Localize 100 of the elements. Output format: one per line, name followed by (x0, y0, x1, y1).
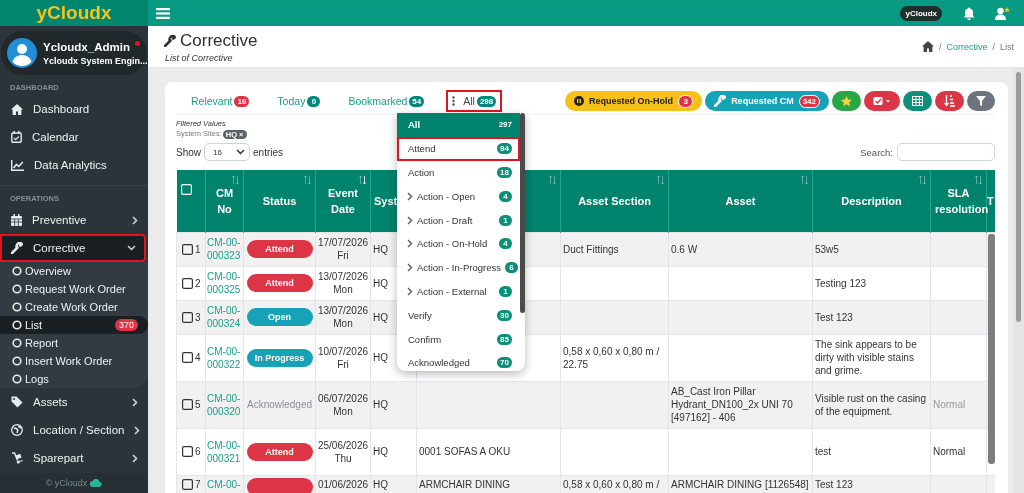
account-badge[interactable]: yCloudx (900, 5, 942, 21)
search-label: Search: (860, 146, 893, 158)
wrench-icon (11, 242, 23, 254)
table-cell: ARMCHAIR DINING [1126548] (668, 475, 813, 493)
nav-item[interactable]: Assets (0, 388, 148, 416)
circle-icon (12, 284, 22, 294)
chevron-right-icon (407, 286, 413, 296)
count-badge: 3 (678, 94, 694, 108)
row-checkbox[interactable] (182, 399, 193, 410)
table-cell: test (812, 428, 931, 475)
row-number: 5 (195, 398, 201, 411)
count-badge: 1 (499, 214, 512, 226)
circle-icon (12, 320, 22, 330)
count-badge: 4 (499, 238, 512, 250)
icon-button[interactable] (935, 91, 964, 111)
column-header: Status (262, 194, 297, 207)
nav-item[interactable]: Preventive (0, 206, 148, 234)
filter-tab[interactable]: Relevant 16 (187, 92, 254, 110)
menu-item[interactable]: Action - Draft 1 (397, 208, 520, 232)
menu-icon[interactable] (156, 7, 170, 19)
breadcrumb-current: List (1000, 41, 1014, 52)
nav-item[interactable]: Corrective (0, 234, 146, 262)
nav-subitem[interactable]: Create Work Order (0, 298, 148, 316)
entries-select[interactable]: 16 (204, 143, 250, 161)
row-checkbox[interactable] (182, 311, 193, 323)
filter-tab[interactable]: Bookmarked 54 (344, 92, 429, 110)
row-checkbox[interactable] (182, 478, 193, 490)
page-title: Corrective (180, 30, 258, 51)
row-checkbox[interactable] (182, 446, 193, 457)
table-cell: Test 123 (812, 475, 931, 493)
nav-subitem[interactable]: Report (0, 334, 148, 352)
nav-subitem[interactable]: Insert Work Order (0, 352, 148, 370)
menu-item[interactable]: Action 18 (397, 160, 520, 185)
search-field[interactable] (897, 143, 995, 161)
nav-item[interactable]: Location / Section (0, 416, 148, 444)
nav-subitem[interactable]: Overview (0, 262, 148, 280)
bell-icon[interactable] (963, 6, 975, 20)
table-cell: 13/07/2026 Mon (315, 300, 371, 334)
menu-item[interactable]: Action - Open 4 (397, 184, 520, 209)
chevron-right-icon (134, 425, 141, 435)
show-label: Show (176, 146, 201, 158)
table-cell: 0.6 W (668, 232, 813, 266)
nav-item[interactable]: Calendar (0, 123, 148, 151)
nav-subitem[interactable]: List 370 (0, 316, 148, 334)
user-icon[interactable] (995, 6, 1010, 20)
menu-item[interactable]: All 297 (397, 113, 520, 137)
table-cell: HQ (370, 475, 417, 493)
table-cell: 53w5 (812, 232, 931, 266)
table-cell: HQ (370, 428, 417, 475)
nav-subitem[interactable]: Logs (0, 370, 148, 388)
pause-icon (574, 96, 585, 106)
icon-button[interactable] (967, 91, 995, 111)
star-icon (841, 95, 852, 107)
circle-icon (12, 266, 22, 276)
count-badge: 16 (234, 95, 250, 107)
table-cell: Testing 123 (812, 266, 931, 300)
table-cell: Normal (930, 428, 987, 475)
nav-item[interactable]: Sparepart (0, 444, 148, 472)
filter-tab[interactable]: Today 0 (273, 92, 325, 110)
row-number: 6 (195, 445, 201, 458)
table-cell: Test 123 (812, 300, 931, 334)
filter-tab[interactable]: All 298 (448, 92, 501, 110)
filter-icon (976, 96, 986, 106)
nav-subitem[interactable]: Request Work Order (0, 280, 148, 298)
row-checkbox[interactable] (182, 352, 193, 363)
count-badge: 370 (114, 319, 138, 331)
table-cell: 0,58 x 0,60 x 0,80 m / 22.75 (560, 334, 669, 381)
chevron-right-icon (407, 215, 413, 225)
table-cell: Visible rust on the casing of the equipment. (812, 381, 931, 428)
row-number: 4 (195, 351, 201, 364)
icon-button[interactable] (903, 91, 932, 111)
row-number: 3 (195, 310, 201, 324)
table-cell: 0001 SOFAS A OKU (416, 428, 561, 475)
nav-item[interactable]: Dashboard (0, 95, 148, 123)
nav-item[interactable]: Data Analytics (0, 151, 148, 179)
chevron-down-icon (236, 149, 245, 155)
chevron-right-icon (407, 239, 413, 249)
calendar-icon (11, 131, 22, 143)
menu-item[interactable]: Attend 94 (397, 136, 520, 161)
count-badge: 70 (497, 357, 512, 369)
action-button[interactable]: Requested CM 342 (705, 91, 829, 111)
count-badge: 6 (504, 262, 518, 274)
user-role: Ycloudx System Engin... (43, 55, 147, 66)
count-badge: 4 (499, 190, 512, 202)
table-cell: AB_Cast Iron Pillar Hydrant_DN100_2x UNI 70 [497162] - 406 (668, 381, 813, 428)
column-header: Syst (374, 194, 398, 207)
wrench-icon (164, 34, 176, 47)
action-button[interactable]: Requested On-Hold 3 (565, 91, 703, 111)
column-header: Asset Section (578, 194, 651, 207)
select-all-checkbox[interactable] (180, 184, 192, 195)
icon-button[interactable] (832, 91, 861, 111)
count: 297 (498, 120, 512, 130)
row-checkbox[interactable] (182, 277, 193, 289)
breadcrumb-separator: / (992, 41, 995, 52)
row-checkbox[interactable] (182, 243, 193, 255)
icon-button[interactable] (864, 91, 900, 111)
count-badge: 94 (497, 143, 512, 155)
chevron-down-icon (127, 245, 136, 251)
page-subtitle: List of Corrective (164, 52, 234, 63)
row-number: 2 (195, 276, 201, 290)
